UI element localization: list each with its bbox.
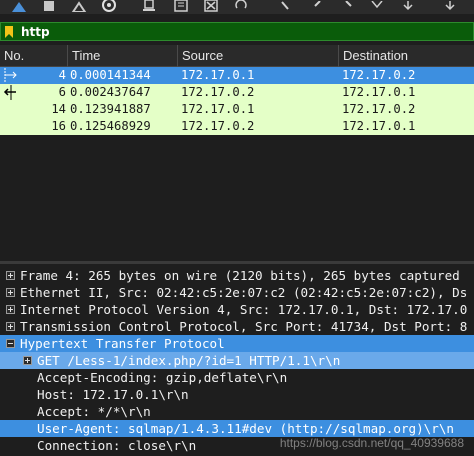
filter-text: http — [21, 25, 50, 39]
packet-row[interactable]: 16 0.125468929 172.17.0.2 172.17.0.1 — [0, 118, 474, 135]
column-header-no[interactable]: No. — [0, 45, 68, 67]
watermark-text: https://blog.csdn.net/qq_40939688 — [279, 436, 464, 450]
packet-time: 0.000141344 — [70, 68, 151, 82]
tree-item-header[interactable]: Accept: */*\r\n — [0, 403, 474, 420]
forward-icon[interactable] — [338, 0, 358, 12]
packet-no: 16 — [51, 119, 66, 133]
open-icon[interactable] — [138, 0, 160, 12]
tree-item-ethernet[interactable]: Ethernet II, Src: 02:42:c5:2e:07:c2 (02:… — [0, 284, 474, 301]
column-header-time[interactable]: Time — [68, 45, 178, 67]
packet-source: 172.17.0.2 — [181, 119, 255, 133]
display-filter-input[interactable]: http — [0, 22, 474, 41]
column-header-destination[interactable]: Destination — [339, 45, 474, 67]
bookmark-icon[interactable] — [5, 26, 13, 38]
go-to-icon[interactable] — [366, 0, 388, 12]
save-icon[interactable] — [170, 0, 192, 12]
options-icon[interactable] — [98, 0, 120, 12]
reload-icon[interactable] — [230, 0, 252, 12]
tree-item-http[interactable]: Hypertext Transfer Protocol — [0, 335, 474, 352]
expand-icon[interactable] — [6, 271, 15, 280]
expand-icon[interactable] — [6, 322, 15, 331]
packet-time: 0.123941887 — [70, 102, 151, 116]
packet-source: 172.17.0.1 — [181, 102, 255, 116]
tree-item-label: Internet Protocol Version 4, Src: 172.17… — [20, 302, 468, 317]
packet-list-empty-area — [0, 136, 474, 264]
packet-row[interactable]: 4 0.000141344 172.17.0.1 172.17.0.2 — [0, 67, 474, 84]
display-filter-bar: http — [0, 20, 474, 42]
tree-item-frame[interactable]: Frame 4: 265 bytes on wire (2120 bits), … — [0, 267, 474, 284]
packet-row[interactable]: 6 0.002437647 172.17.0.2 172.17.0.1 — [0, 84, 474, 101]
tree-item-label: Connection: close\r\n — [37, 438, 197, 453]
packet-time: 0.002437647 — [70, 85, 151, 99]
tree-item-request-line[interactable]: GET /Less-1/index.php/?id=1 HTTP/1.1\r\n — [0, 352, 474, 369]
packet-no: 4 — [58, 68, 66, 82]
expand-icon[interactable] — [6, 305, 15, 314]
expand-icon[interactable] — [6, 288, 15, 297]
tree-item-header[interactable]: User-Agent: sqlmap/1.4.3.11#dev (http://… — [0, 420, 474, 437]
tree-item-label: User-Agent: sqlmap/1.4.3.11#dev (http://… — [37, 421, 455, 436]
restart-icon[interactable] — [68, 0, 90, 12]
packet-no: 14 — [51, 102, 66, 116]
tree-item-label: Hypertext Transfer Protocol — [20, 336, 225, 351]
collapse-icon[interactable] — [6, 339, 15, 348]
packet-destination: 172.17.0.1 — [342, 119, 416, 133]
tree-item-header[interactable]: Accept-Encoding: gzip,deflate\r\n — [0, 369, 474, 386]
shark-fin-icon[interactable] — [8, 0, 30, 12]
find-icon[interactable] — [276, 0, 296, 12]
stop-icon[interactable] — [38, 0, 60, 12]
tree-item-label: Accept-Encoding: gzip,deflate\r\n — [37, 370, 288, 385]
packet-source: 172.17.0.1 — [181, 68, 255, 82]
packet-details-pane: Frame 4: 265 bytes on wire (2120 bits), … — [0, 264, 474, 456]
back-icon[interactable] — [308, 0, 328, 12]
tree-item-label: GET /Less-1/index.php/?id=1 HTTP/1.1\r\n — [37, 353, 341, 368]
column-header-source[interactable]: Source — [178, 45, 339, 67]
tree-item-label: Transmission Control Protocol, Src Port:… — [20, 319, 468, 334]
tree-item-label: Ethernet II, Src: 02:42:c5:2e:07:c2 (02:… — [20, 285, 468, 300]
packet-no: 6 — [58, 85, 66, 99]
packet-source: 172.17.0.2 — [181, 85, 255, 99]
packet-row[interactable]: 14 0.123941887 172.17.0.1 172.17.0.2 — [0, 101, 474, 118]
tree-item-label: Host: 172.17.0.1\r\n — [37, 387, 189, 402]
first-packet-icon[interactable] — [398, 0, 418, 12]
packet-destination: 172.17.0.1 — [342, 85, 416, 99]
tree-item-ipv4[interactable]: Internet Protocol Version 4, Src: 172.17… — [0, 301, 474, 318]
packet-destination: 172.17.0.2 — [342, 102, 416, 116]
main-toolbar — [0, 0, 474, 14]
tree-item-label: Frame 4: 265 bytes on wire (2120 bits), … — [20, 268, 460, 283]
packet-list-header: No. Time Source Destination — [0, 45, 474, 67]
last-packet-icon[interactable] — [440, 0, 460, 12]
tree-item-tcp[interactable]: Transmission Control Protocol, Src Port:… — [0, 318, 474, 335]
expand-icon[interactable] — [23, 356, 32, 365]
close-file-icon[interactable] — [200, 0, 222, 12]
tree-item-label: Accept: */*\r\n — [37, 404, 151, 419]
packet-time: 0.125468929 — [70, 119, 151, 133]
packet-destination: 172.17.0.2 — [342, 68, 416, 82]
tree-item-header[interactable]: Host: 172.17.0.1\r\n — [0, 386, 474, 403]
